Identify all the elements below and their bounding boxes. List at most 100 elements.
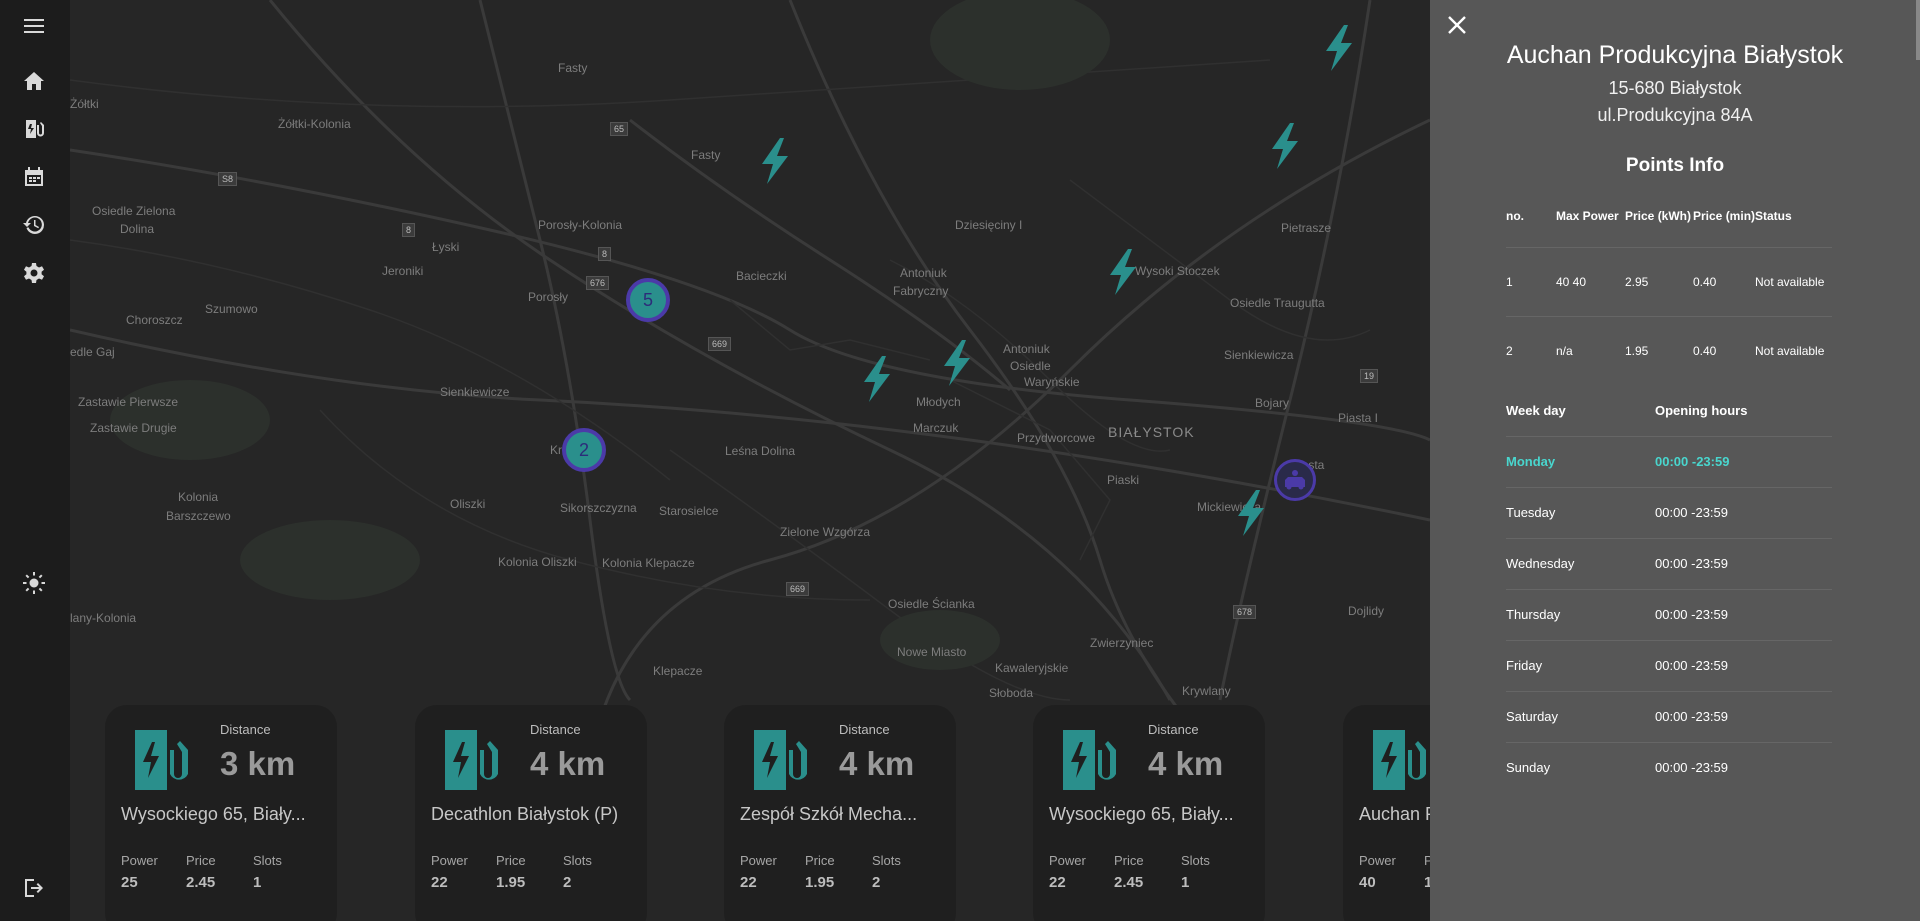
calendar-icon — [25, 167, 43, 186]
sun-icon — [23, 572, 45, 594]
close-button[interactable] — [1444, 12, 1470, 38]
hours-row: Tuesday 00:00 -23:59 — [1506, 486, 1832, 538]
charging-station-icon — [445, 730, 498, 790]
user-location-marker — [1274, 459, 1316, 501]
point-no: 2 — [1506, 315, 1556, 385]
station-card[interactable]: Distance 4 km Wysockiego 65, Biały... Power… — [1033, 705, 1265, 921]
col-max-power: Max Power — [1556, 208, 1619, 223]
theme-toggle-button[interactable] — [19, 568, 49, 598]
hours-row: Thursday 00:00 -23:59 — [1506, 588, 1832, 640]
place-label: Osiedle — [1010, 359, 1051, 373]
point-price-min: 0.40 — [1693, 315, 1755, 385]
place-label: Porosły — [528, 290, 569, 304]
place-label: Jeroniki — [382, 264, 424, 278]
col-status: Status — [1755, 208, 1792, 223]
marker-cluster[interactable]: 5 — [626, 278, 670, 322]
place-label: Kolonia — [178, 490, 219, 504]
charging-station-icon — [754, 730, 807, 790]
power-stat: Power 40 — [1359, 853, 1396, 891]
price-stat: Price 2.45 — [186, 853, 216, 891]
place-label: Krywlany — [1182, 684, 1231, 698]
price-label: Price — [496, 853, 526, 868]
col-price-min: Price (min) — [1693, 208, 1756, 223]
place-label: Leśna Dolina — [725, 444, 796, 458]
place-label: Bojary — [1255, 396, 1290, 410]
power-value: 22 — [431, 874, 448, 891]
charging-station-marker[interactable] — [1234, 490, 1268, 536]
city-label: BIAŁYSTOK — [1108, 424, 1195, 440]
hours-hours: 00:00 -23:59 — [1655, 537, 1832, 589]
charging-station-marker[interactable] — [940, 340, 974, 386]
price-value: 2.45 — [1114, 874, 1144, 891]
station-card[interactable]: Distance 3 km Wysockiego 65, Biały... Power… — [105, 705, 337, 921]
home-button[interactable] — [19, 66, 49, 96]
distance-value: 4 km — [1148, 745, 1224, 782]
history-button[interactable] — [19, 210, 49, 240]
slots-stat: Slots 1 — [1181, 853, 1210, 891]
charging-station-marker[interactable] — [860, 356, 894, 402]
charging-station-marker[interactable] — [1268, 123, 1302, 169]
place-label: Fasty — [558, 61, 588, 75]
hours-day: Tuesday — [1506, 486, 1655, 538]
charging-station-marker[interactable] — [758, 138, 792, 184]
place-label: Młodych — [916, 395, 961, 409]
place-label: Porosły-Kolonia — [538, 218, 623, 232]
place-label: Kawaleryjskie — [995, 661, 1069, 675]
distance-label: Distance — [1148, 722, 1199, 737]
lightning-bolt-icon — [944, 340, 970, 386]
history-icon — [23, 215, 44, 234]
lightning-bolt-icon — [864, 356, 890, 402]
slots-stat: Slots 2 — [563, 853, 592, 891]
point-row: 2 n/a 1.95 0.40 Not available — [1506, 315, 1832, 385]
place-label: Zielone Wzgórza — [780, 525, 871, 539]
lightning-bolt-icon — [762, 138, 788, 184]
lightning-bolt-icon — [1238, 490, 1264, 536]
hours-row: Monday 00:00 -23:59 — [1506, 435, 1832, 487]
slots-stat: Slots 2 — [872, 853, 901, 891]
road-shield: 8 — [402, 223, 416, 237]
calendar-button[interactable] — [19, 162, 49, 192]
hours-hours: 00:00 -23:59 — [1655, 435, 1832, 487]
charging-stations-button[interactable] — [19, 114, 49, 144]
map[interactable]: Żółtki Żółtki-Kolonia Fasty Fasty Osiedle Zi… — [70, 0, 1430, 921]
place-label: Klepacze — [653, 664, 703, 678]
station-card[interactable]: Distance 4 km Zespół Szkół Mecha... Power 22… — [724, 705, 956, 921]
power-label: Power — [740, 853, 777, 868]
place-label: Przydworcowe — [1017, 431, 1096, 445]
settings-button[interactable] — [19, 258, 49, 288]
point-max-power: n/a — [1556, 315, 1625, 385]
power-label: Power — [121, 853, 158, 868]
road-shield: 676 — [586, 276, 610, 290]
road-shield: 669 — [708, 337, 732, 351]
hours-row: Friday 00:00 -23:59 — [1506, 639, 1832, 691]
marker-cluster[interactable]: 2 — [562, 428, 606, 472]
hours-hours: 00:00 -23:59 — [1655, 639, 1832, 691]
place-label: Zastawie Drugie — [90, 421, 177, 435]
hours-day: Saturday — [1506, 690, 1655, 742]
road-shield: 678 — [1233, 605, 1257, 619]
road-shield: 669 — [786, 582, 810, 596]
lightning-bolt-icon — [1272, 123, 1298, 169]
place-label: Zwierzyniec — [1090, 636, 1154, 650]
power-value: 25 — [121, 874, 138, 891]
logout-button[interactable] — [19, 873, 49, 903]
station-card[interactable]: Distance 4 km Decathlon Białystok (P) Power… — [415, 705, 647, 921]
place-label: Dziesięciny I — [955, 218, 1023, 232]
slots-label: Slots — [872, 853, 901, 868]
road-shield: 8 — [598, 247, 612, 261]
place-label: Dojlidy — [1348, 604, 1385, 618]
charging-station-marker[interactable] — [1322, 25, 1356, 71]
place-label: Barszczewo — [166, 509, 231, 523]
charging-station-marker[interactable] — [1106, 249, 1140, 295]
station-street: ul.Produkcyjna 84A — [1597, 105, 1753, 125]
price-stat: Price 1.95 — [496, 853, 526, 891]
hours-hours: 00:00 -23:59 — [1655, 741, 1832, 793]
station-card[interactable]: Auchan P Power 40 P 1 — [1343, 705, 1430, 921]
menu-button[interactable] — [19, 11, 49, 41]
place-label: Starosielce — [659, 504, 719, 518]
hours-day: Sunday — [1506, 741, 1655, 793]
station-title: Auchan Produkcyjna Białystok — [1506, 41, 1844, 69]
road-shield: 19 — [1360, 369, 1379, 383]
hours-header-row: Week day Opening hours — [1506, 386, 1832, 436]
place-label: Bacieczki — [736, 269, 787, 283]
